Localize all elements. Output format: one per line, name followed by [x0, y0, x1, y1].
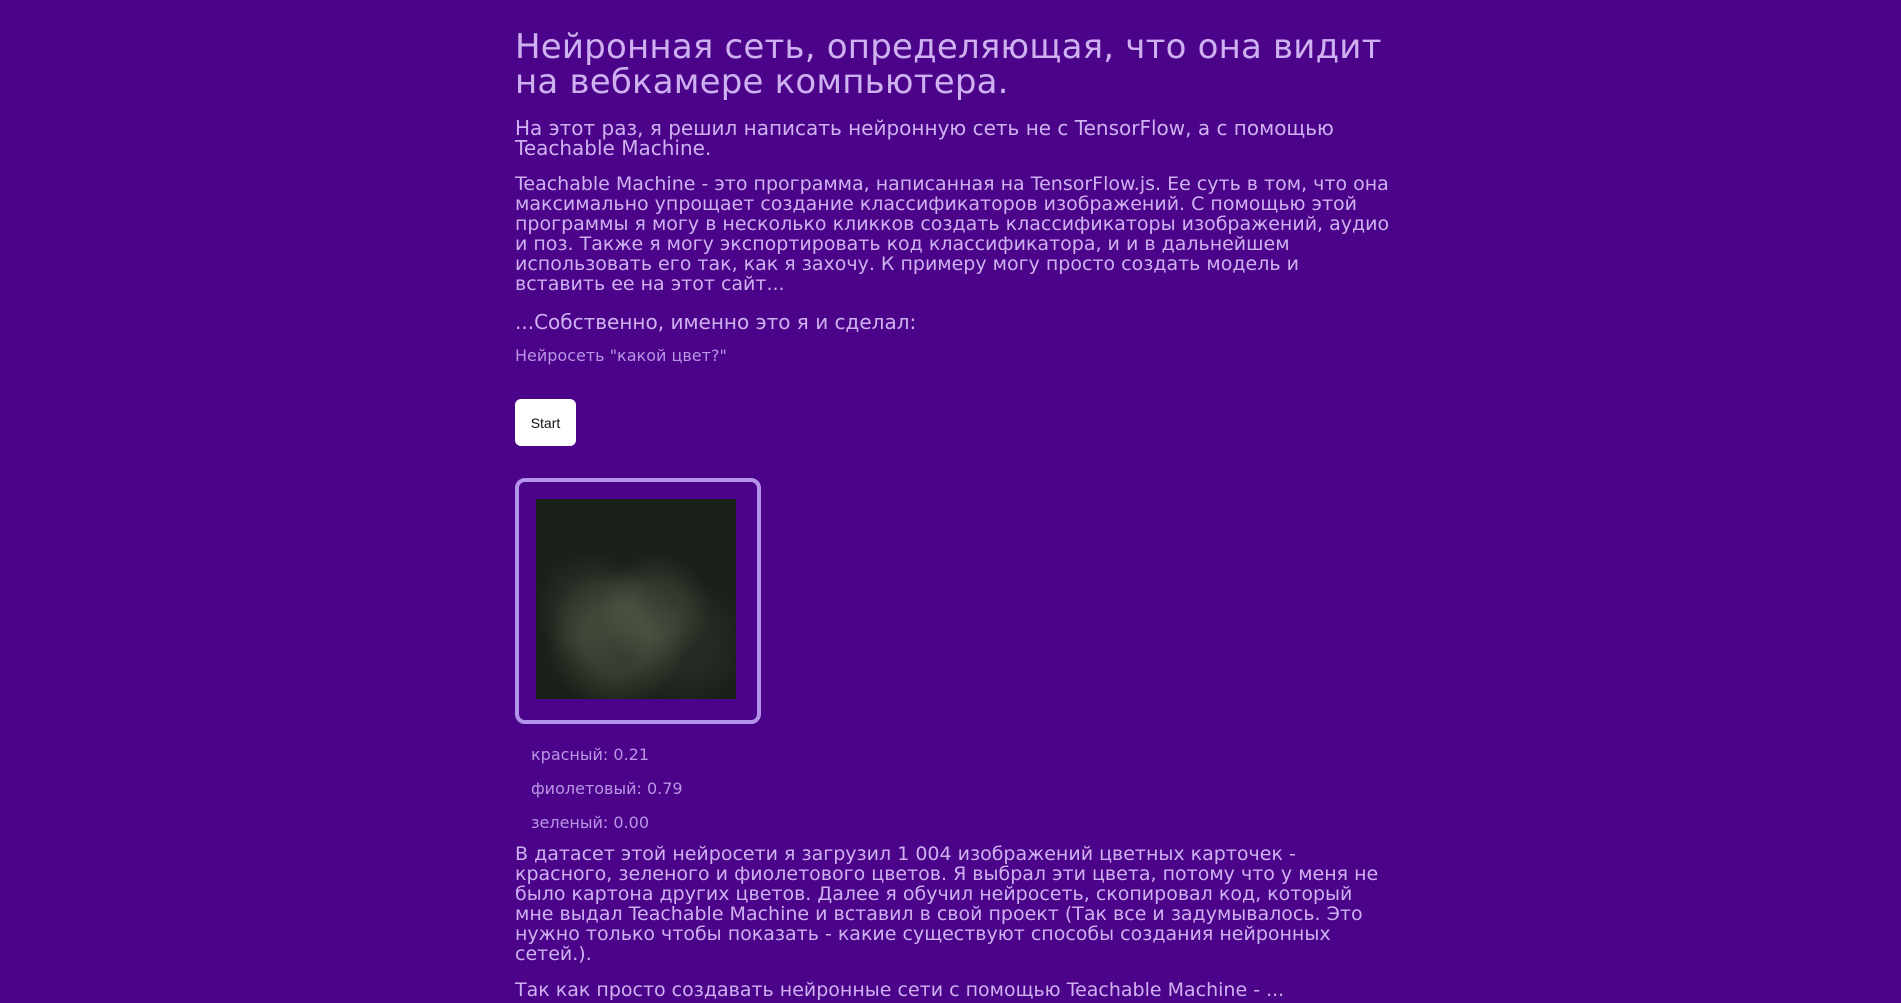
start-button[interactable]: Start	[515, 399, 576, 446]
intro-paragraph: На этот раз, я решил написать нейронную …	[515, 116, 1334, 160]
lead-in-text: ...Собственно, именно это я и сделал:	[515, 310, 917, 334]
prediction-red: красный: 0.21	[531, 745, 650, 764]
prediction-list: красный: 0.21 фиолетовый: 0.79 зеленый: …	[531, 738, 1390, 840]
dataset-paragraph: В датасет этой нейросети я загрузил 1 00…	[515, 843, 1379, 965]
prediction-purple: фиолетовый: 0.79	[531, 779, 683, 798]
description-paragraph: Teachable Machine - это программа, напис…	[515, 173, 1390, 295]
article-container: Нейронная сеть, определяющая, что она ви…	[515, 0, 1390, 1000]
webcam-canvas	[536, 499, 736, 699]
prediction-green: зеленый: 0.00	[531, 813, 650, 832]
page-title: Нейронная сеть, определяющая, что она ви…	[515, 27, 1382, 102]
closing-paragraph: Так как просто создавать нейронные сети …	[515, 979, 1285, 1001]
webcam-frame	[515, 478, 761, 724]
model-title: Нейросеть "какой цвет?"	[515, 346, 727, 365]
